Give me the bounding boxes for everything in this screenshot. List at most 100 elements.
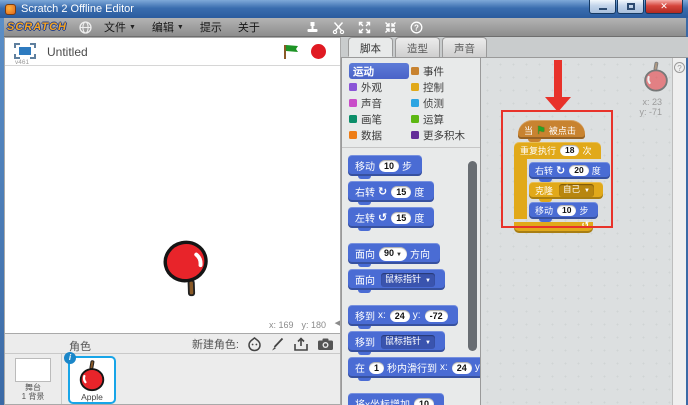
stage-canvas[interactable] xyxy=(5,66,340,319)
version-label: v461 xyxy=(15,59,29,66)
category-label: 控制 xyxy=(423,80,444,95)
block-label: 度 xyxy=(414,210,424,225)
menu-item-文件[interactable]: 文件▼ xyxy=(104,19,136,35)
number-input[interactable]: 10 xyxy=(379,160,399,172)
annotation-rectangle xyxy=(501,110,613,228)
category-label: 更多积木 xyxy=(423,128,465,143)
menu-item-label: 编辑 xyxy=(152,19,174,35)
app-window: Scratch 2 Offline Editor ✕ SCRATCH 文件▼编辑… xyxy=(0,0,688,405)
category-画笔[interactable]: 画笔 xyxy=(349,111,411,127)
sprite-thumbnail-apple[interactable]: i Apple xyxy=(68,356,116,404)
number-input[interactable]: -72 xyxy=(425,310,448,322)
category-外观[interactable]: 外观 xyxy=(349,79,411,95)
number-input[interactable]: 1 xyxy=(369,362,384,374)
block-label: 右转 xyxy=(355,184,375,199)
category-column-left: 运动外观声音画笔数据 xyxy=(349,63,411,143)
category-color-swatch xyxy=(411,67,419,75)
green-flag-button[interactable] xyxy=(282,43,300,65)
number-input[interactable]: 24 xyxy=(390,310,410,322)
project-name: Untitled xyxy=(47,45,88,59)
new-sprite-camera-icon[interactable] xyxy=(317,337,334,352)
minimize-icon xyxy=(599,8,607,10)
palette-block[interactable]: 将x坐标增加 10 xyxy=(348,393,444,405)
menu-item-label: 关于 xyxy=(238,19,260,35)
category-事件[interactable]: 事件 xyxy=(411,63,473,79)
menu-item-关于[interactable]: 关于 xyxy=(238,19,260,35)
category-更多积木[interactable]: 更多积木 xyxy=(411,127,473,143)
new-sprite-paint-icon[interactable] xyxy=(270,337,285,352)
category-运动[interactable]: 运动 xyxy=(349,63,409,79)
sprite-panel: 角色 新建角色: 舞台 1 背景 i Apple xyxy=(4,334,341,405)
block-label: 移到 xyxy=(355,308,375,323)
minimize-button[interactable] xyxy=(589,0,616,14)
help-icon[interactable]: ? xyxy=(674,62,685,73)
block-help-icon[interactable]: ? xyxy=(410,21,423,34)
palette-block[interactable]: 面向鼠标指针▼ xyxy=(348,269,445,290)
apple-thumbnail-image xyxy=(77,360,107,392)
stage-panel: v461 Untitled x: 169y: 180 ◀ xyxy=(4,37,341,334)
chevron-down-icon: ▼ xyxy=(129,24,136,31)
menu-item-label: 文件 xyxy=(104,19,126,35)
number-input[interactable]: 15 xyxy=(391,186,411,198)
palette-block[interactable]: 移到x:24y:-72 xyxy=(348,305,458,326)
category-侦测[interactable]: 侦测 xyxy=(411,95,473,111)
maximize-icon xyxy=(627,3,635,10)
language-globe-icon[interactable] xyxy=(79,21,92,34)
menu-item-编辑[interactable]: 编辑▼ xyxy=(152,19,184,35)
category-label: 外观 xyxy=(361,80,382,95)
collapse-stage-icon[interactable]: ◀ xyxy=(335,319,340,327)
mouse-coordinates: x: 169y: 180 xyxy=(261,320,326,330)
help-flap[interactable]: ? xyxy=(672,58,686,405)
block-label: 面向 xyxy=(355,272,375,287)
shrink-icon[interactable] xyxy=(384,21,397,34)
stage-thumbnail[interactable] xyxy=(15,358,51,382)
tab-造型[interactable]: 造型 xyxy=(395,37,440,57)
block-label: 方向 xyxy=(410,246,430,261)
grow-icon[interactable] xyxy=(358,21,371,34)
palette-block[interactable]: 左转↺15度 xyxy=(348,207,434,228)
number-dropdown-input[interactable]: 90▼ xyxy=(379,247,407,261)
block-palette: 运动外观声音画笔数据事件控制侦测运算更多积木 移动10步右转↻15度左转↺15度… xyxy=(341,58,480,405)
menu-item-提示[interactable]: 提示 xyxy=(200,19,222,35)
delete-icon[interactable] xyxy=(332,21,345,34)
tab-声音[interactable]: 声音 xyxy=(442,37,487,57)
palette-block[interactable]: 面向90▼方向 xyxy=(348,243,440,264)
apple-sprite-on-stage[interactable] xyxy=(154,234,221,302)
chevron-down-icon: ▼ xyxy=(396,252,402,258)
category-控制[interactable]: 控制 xyxy=(411,79,473,95)
dropdown-input[interactable]: 鼠标指针▼ xyxy=(381,273,435,287)
dropdown-input[interactable]: 鼠标指针▼ xyxy=(381,335,435,349)
stop-button[interactable] xyxy=(311,44,326,59)
maximize-button[interactable] xyxy=(617,0,644,14)
category-运算[interactable]: 运算 xyxy=(411,111,473,127)
menu-bar: SCRATCH 文件▼编辑▼提示关于 ? xyxy=(0,18,688,37)
palette-block[interactable]: 移到鼠标指针▼ xyxy=(348,331,445,352)
tab-脚本[interactable]: 脚本 xyxy=(348,37,393,57)
block-label: 将x坐标增加 xyxy=(355,396,410,405)
sprite-watermark-apple xyxy=(642,61,670,93)
palette-block[interactable]: 在1秒内滑行到x:24y:-72 xyxy=(348,357,480,378)
stage-thumbnail-area[interactable]: 舞台 1 背景 xyxy=(5,354,62,404)
new-sprite-label: 新建角色: xyxy=(192,336,239,352)
palette-block[interactable]: 移动10步 xyxy=(348,155,422,176)
new-sprite-upload-icon[interactable] xyxy=(293,337,309,352)
block-label: 移到 xyxy=(355,334,375,349)
block-label: 移动 xyxy=(355,158,375,173)
number-input[interactable]: 15 xyxy=(391,212,411,224)
app-icon xyxy=(5,4,16,15)
palette-block[interactable]: 右转↻15度 xyxy=(348,181,434,202)
duplicate-icon[interactable] xyxy=(306,21,319,34)
title-bar[interactable]: Scratch 2 Offline Editor ✕ xyxy=(0,0,688,18)
category-color-swatch xyxy=(411,131,419,139)
number-input[interactable]: 10 xyxy=(414,398,434,405)
menu-item-label: 提示 xyxy=(200,19,222,35)
number-input[interactable]: 24 xyxy=(452,362,472,374)
scripts-area[interactable]: x: 23 y: -71 当⚑被点击重复执行18次右转↻20度克隆自己▼移动10… xyxy=(480,58,672,405)
close-button[interactable]: ✕ xyxy=(645,0,683,14)
category-声音[interactable]: 声音 xyxy=(349,95,411,111)
palette-scrollbar[interactable] xyxy=(468,161,477,351)
sprite-info-badge[interactable]: i xyxy=(64,352,76,364)
new-sprite-library-icon[interactable] xyxy=(247,337,262,352)
category-color-swatch xyxy=(411,83,419,91)
category-数据[interactable]: 数据 xyxy=(349,127,411,143)
